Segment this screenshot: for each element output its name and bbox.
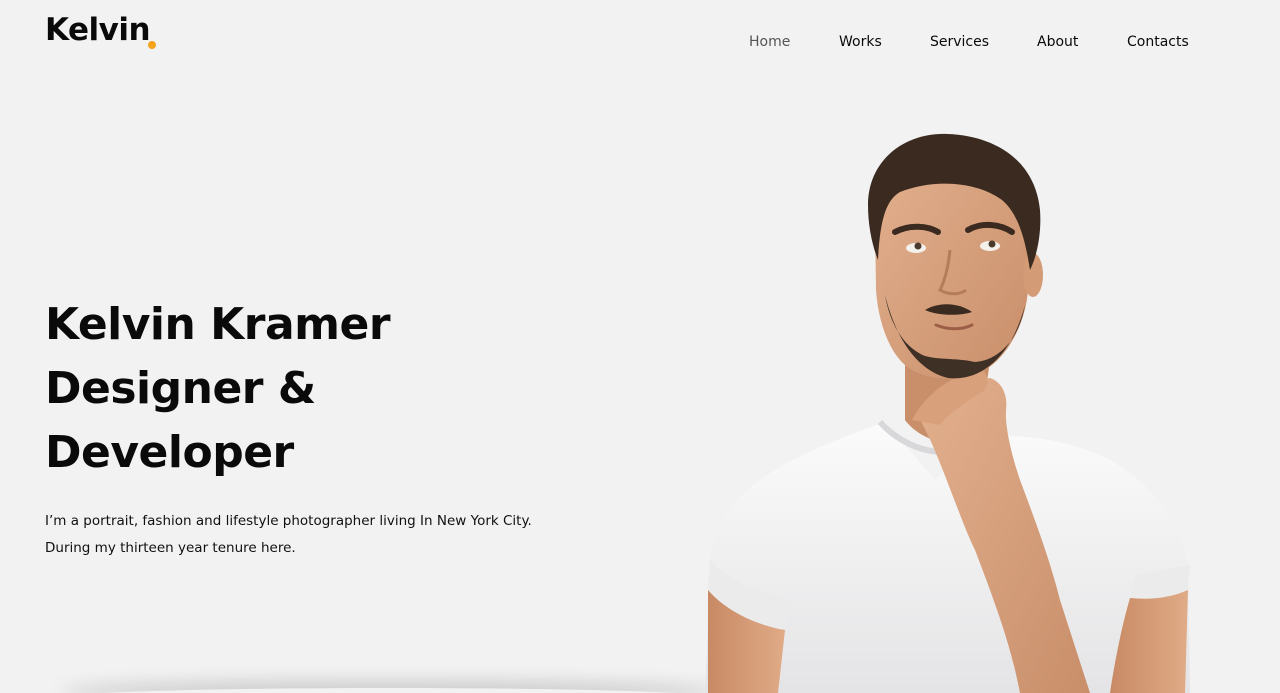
nav-item-works[interactable]: Works (839, 34, 882, 50)
nav-item-contacts[interactable]: Contacts (1127, 34, 1189, 50)
hero-description-line: During my thirteen year tenure here. (45, 540, 296, 556)
page: Kelvin Home Works Services About Contact… (0, 0, 1280, 693)
hero-title: Kelvin Kramer Designer & Developer (45, 293, 391, 485)
nav-item-services[interactable]: Services (930, 34, 989, 50)
hero-title-line: Kelvin Kramer (45, 299, 391, 350)
hero-title-line: Developer (45, 427, 294, 478)
hero-description-line: I’m a portrait, fashion and lifestyle ph… (45, 513, 532, 529)
hero-title-line: Designer & (45, 363, 316, 414)
logo[interactable]: Kelvin (45, 10, 151, 50)
person-portrait-icon (705, 133, 1190, 693)
nav-item-home[interactable]: Home (749, 34, 790, 50)
hero-description: I’m a portrait, fashion and lifestyle ph… (45, 508, 532, 562)
nav-item-about[interactable]: About (1037, 34, 1078, 50)
bottom-shadow (60, 688, 720, 693)
logo-dot (148, 41, 156, 49)
